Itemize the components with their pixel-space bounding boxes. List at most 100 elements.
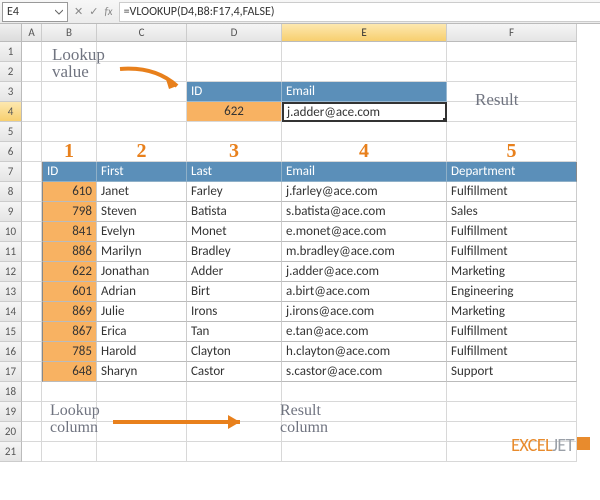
cell[interactable] <box>187 442 282 462</box>
table-cell-email[interactable]: j.adder@ace.com <box>282 262 447 282</box>
row-header-15[interactable]: 15 <box>0 322 22 342</box>
cell[interactable] <box>97 122 187 142</box>
cell[interactable] <box>447 382 577 402</box>
cell[interactable] <box>22 242 42 262</box>
row-header-21[interactable]: 21 <box>0 442 22 462</box>
table-cell-email[interactable]: j.farley@ace.com <box>282 182 447 202</box>
table-cell-last[interactable]: Clayton <box>187 342 282 362</box>
cell[interactable] <box>97 422 187 442</box>
table-cell-dept[interactable]: Fulfillment <box>447 242 577 262</box>
name-box[interactable]: E4 <box>2 2 68 22</box>
cell[interactable] <box>22 142 42 162</box>
table-cell-first[interactable]: Evelyn <box>97 222 187 242</box>
table-cell-first[interactable]: Jonathan <box>97 262 187 282</box>
cell[interactable] <box>42 402 97 422</box>
cell[interactable] <box>22 282 42 302</box>
table-cell-dept[interactable]: Marketing <box>447 302 577 322</box>
mini-header-email[interactable]: Email <box>282 82 447 102</box>
cell[interactable] <box>22 422 42 442</box>
table-cell-last[interactable]: Farley <box>187 182 282 202</box>
cell[interactable] <box>282 442 447 462</box>
row-header-7[interactable]: 7 <box>0 162 22 182</box>
cell[interactable] <box>97 402 187 422</box>
table-header-dept[interactable]: Department <box>447 162 577 182</box>
cell[interactable] <box>42 422 97 442</box>
table-cell-email[interactable]: j.irons@ace.com <box>282 302 447 322</box>
table-cell-dept[interactable]: Engineering <box>447 282 577 302</box>
cell[interactable] <box>282 382 447 402</box>
cell[interactable] <box>22 342 42 362</box>
table-header-last[interactable]: Last <box>187 162 282 182</box>
col-header-C[interactable]: C <box>97 24 187 42</box>
table-cell-email[interactable]: m.bradley@ace.com <box>282 242 447 262</box>
table-cell-id[interactable]: 798 <box>42 202 97 222</box>
row-header-19[interactable]: 19 <box>0 402 22 422</box>
table-cell-last[interactable]: Castor <box>187 362 282 382</box>
cell[interactable] <box>22 102 42 122</box>
cell[interactable] <box>282 402 447 422</box>
table-cell-id[interactable]: 785 <box>42 342 97 362</box>
cell[interactable] <box>42 442 97 462</box>
table-cell-email[interactable]: a.birt@ace.com <box>282 282 447 302</box>
cell[interactable] <box>22 382 42 402</box>
fx-icon[interactable]: fx <box>104 5 112 18</box>
cell[interactable] <box>282 62 447 82</box>
table-header-email[interactable]: Email <box>282 162 447 182</box>
cell[interactable] <box>447 42 577 62</box>
row-header-14[interactable]: 14 <box>0 302 22 322</box>
cell[interactable] <box>97 382 187 402</box>
cell[interactable] <box>22 302 42 322</box>
cell[interactable] <box>22 402 42 422</box>
col-header-A[interactable]: A <box>22 24 42 42</box>
table-cell-last[interactable]: Batista <box>187 202 282 222</box>
spreadsheet-grid[interactable]: A B C D E F 123IDEmail4622j.adder@ace.co… <box>0 24 600 462</box>
col-header-F[interactable]: F <box>447 24 577 42</box>
cell[interactable] <box>22 42 42 62</box>
table-cell-dept[interactable]: Fulfillment <box>447 322 577 342</box>
cell[interactable] <box>187 422 282 442</box>
formula-input[interactable]: =VLOOKUP(D4,B8:F17,4,FALSE) <box>119 2 600 22</box>
table-cell-last[interactable]: Adder <box>187 262 282 282</box>
lookup-value-cell[interactable]: 622 <box>187 102 282 122</box>
table-cell-email[interactable]: s.castor@ace.com <box>282 362 447 382</box>
cell[interactable] <box>22 202 42 222</box>
cell[interactable] <box>22 182 42 202</box>
cell[interactable] <box>42 102 97 122</box>
select-all-corner[interactable] <box>0 24 22 42</box>
table-cell-first[interactable]: Sharyn <box>97 362 187 382</box>
table-cell-id[interactable]: 601 <box>42 282 97 302</box>
table-cell-email[interactable]: e.tan@ace.com <box>282 322 447 342</box>
row-header-6[interactable]: 6 <box>0 142 22 162</box>
table-cell-last[interactable]: Tan <box>187 322 282 342</box>
table-cell-dept[interactable]: Fulfillment <box>447 342 577 362</box>
cell[interactable] <box>22 322 42 342</box>
table-cell-dept[interactable]: Sales <box>447 202 577 222</box>
row-header-9[interactable]: 9 <box>0 202 22 222</box>
table-cell-first[interactable]: Harold <box>97 342 187 362</box>
table-cell-first[interactable]: Marilyn <box>97 242 187 262</box>
row-header-20[interactable]: 20 <box>0 422 22 442</box>
table-cell-last[interactable]: Birt <box>187 282 282 302</box>
chevron-down-icon[interactable] <box>55 8 63 16</box>
col-header-D[interactable]: D <box>187 24 282 42</box>
cell[interactable] <box>447 122 577 142</box>
cell[interactable] <box>282 122 447 142</box>
row-header-2[interactable]: 2 <box>0 62 22 82</box>
cell[interactable] <box>97 42 187 62</box>
table-header-id[interactable]: ID <box>42 162 97 182</box>
row-header-16[interactable]: 16 <box>0 342 22 362</box>
row-header-8[interactable]: 8 <box>0 182 22 202</box>
table-cell-dept[interactable]: Fulfillment <box>447 222 577 242</box>
cell[interactable] <box>447 82 577 102</box>
cell[interactable] <box>22 62 42 82</box>
cell[interactable] <box>187 402 282 422</box>
table-cell-dept[interactable]: Support <box>447 362 577 382</box>
table-cell-dept[interactable]: Marketing <box>447 262 577 282</box>
table-cell-first[interactable]: Adrian <box>97 282 187 302</box>
cell[interactable] <box>97 62 187 82</box>
table-cell-id[interactable]: 841 <box>42 222 97 242</box>
cell[interactable] <box>282 422 447 442</box>
cell[interactable] <box>187 42 282 62</box>
cell[interactable] <box>22 262 42 282</box>
col-header-B[interactable]: B <box>42 24 97 42</box>
